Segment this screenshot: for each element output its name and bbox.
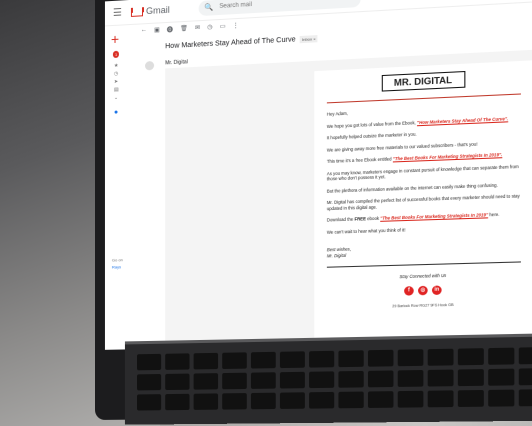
p8-text: Download the: [326, 216, 354, 223]
star-icon[interactable]: ★: [114, 63, 118, 69]
stay-connected: Stay Connected with Us: [399, 273, 447, 280]
search-icon[interactable]: 🔍: [204, 3, 213, 12]
p1-text: We hope you got lots of value from the E…: [326, 119, 416, 129]
meet-link[interactable]: Rays: [112, 264, 121, 269]
mail-icon[interactable]: ✉: [195, 24, 200, 31]
delete-icon[interactable]: 🗑: [180, 24, 188, 31]
more-icon[interactable]: ⋮: [233, 21, 239, 29]
ebook-link-2[interactable]: "The Best Books For Marketing Strategist…: [393, 152, 502, 161]
footer-divider: [326, 261, 521, 269]
paragraph-7: Mr. Digital has compiled the perfect lis…: [326, 193, 520, 212]
clock-icon[interactable]: ◷: [207, 23, 212, 30]
inbox-count-badge: 1: [112, 50, 120, 59]
archive-icon[interactable]: ▣: [154, 26, 160, 33]
contact-avatar-icon[interactable]: ●: [114, 109, 118, 116]
paragraph-5: As you may know, marketers engage in con…: [326, 163, 519, 182]
clock-icon[interactable]: ◷: [114, 71, 118, 77]
screen: ☰ Gmail 🔍 Search mail + 1 ★ ◷ ➤ ▤ ⌄ ● Go…: [104, 0, 532, 350]
paragraph-2: It hopefully helped outsize the marketer…: [326, 131, 417, 141]
paragraph-4: This time it's a free Ebook entitled "Th…: [327, 151, 521, 164]
paragraph-8: Download the FREE ebook "The Best Books …: [327, 211, 521, 223]
draft-icon[interactable]: ▤: [114, 87, 119, 93]
email-subject: How Marketers Stay Ahead of The Curve In…: [165, 35, 318, 50]
gmail-logo[interactable]: Gmail: [131, 5, 170, 17]
gmail-wordmark: Gmail: [146, 4, 170, 17]
free-label: FREE: [354, 216, 366, 222]
paragraph-9: We can't wait to hear what you think of …: [326, 227, 406, 235]
sender-avatar: [145, 60, 155, 71]
gmail-m-icon: [131, 7, 143, 17]
back-icon[interactable]: ←: [141, 27, 147, 33]
inbox-tag[interactable]: Inbox ×: [299, 35, 318, 44]
email-content: MR. DIGITAL Hey Adam, We hope you got lo…: [314, 60, 532, 350]
p8-post: here.: [489, 212, 500, 218]
p4-text: This time it's a free Ebook entitled: [326, 156, 392, 165]
sender-name: Mr. Digital: [165, 59, 188, 67]
greeting: Hey Adam,: [326, 110, 348, 117]
linkedin-icon[interactable]: in: [431, 285, 442, 295]
facebook-icon[interactable]: f: [404, 285, 414, 296]
search-placeholder: Search mail: [219, 1, 252, 10]
expand-icon[interactable]: ⌄: [114, 95, 118, 101]
brand-logo: MR. DIGITAL: [381, 71, 465, 92]
instagram-icon[interactable]: ◎: [418, 285, 428, 296]
ebook-download-link[interactable]: "The Best Books For Marketing Strategist…: [380, 212, 488, 221]
paragraph-3: We are giving away more free materials t…: [326, 141, 478, 153]
subject-text: How Marketers Stay Ahead of The Curve: [165, 36, 296, 51]
footer-address: 29 Barlock Row RG27 9FS Hook GB: [392, 302, 454, 309]
send-icon[interactable]: ➤: [114, 79, 118, 85]
label-icon[interactable]: ▭: [220, 22, 226, 29]
search-input[interactable]: 🔍 Search mail: [198, 0, 361, 16]
paragraph-1: We hope you got lots of value from the E…: [327, 115, 521, 129]
report-icon[interactable]: ⓿: [167, 24, 173, 33]
social-links: f ◎ in: [314, 283, 532, 298]
p8-mid: ebook: [367, 215, 380, 222]
divider: [326, 93, 521, 104]
paragraph-6: But the plethora of information availabl…: [326, 182, 498, 194]
ebook-link-1[interactable]: "How Marketers Stay Ahead Of The Curve".: [417, 116, 508, 125]
sidebar: + 1 ★ ◷ ➤ ▤ ⌄ ● Go on Rays: [105, 24, 127, 350]
laptop: ☰ Gmail 🔍 Search mail + 1 ★ ◷ ➤ ▤ ⌄ ● Go…: [95, 0, 532, 425]
keyboard: [124, 332, 532, 425]
compose-icon[interactable]: +: [111, 31, 119, 47]
meet-label: Go on: [111, 257, 123, 263]
menu-icon[interactable]: ☰: [113, 7, 127, 19]
